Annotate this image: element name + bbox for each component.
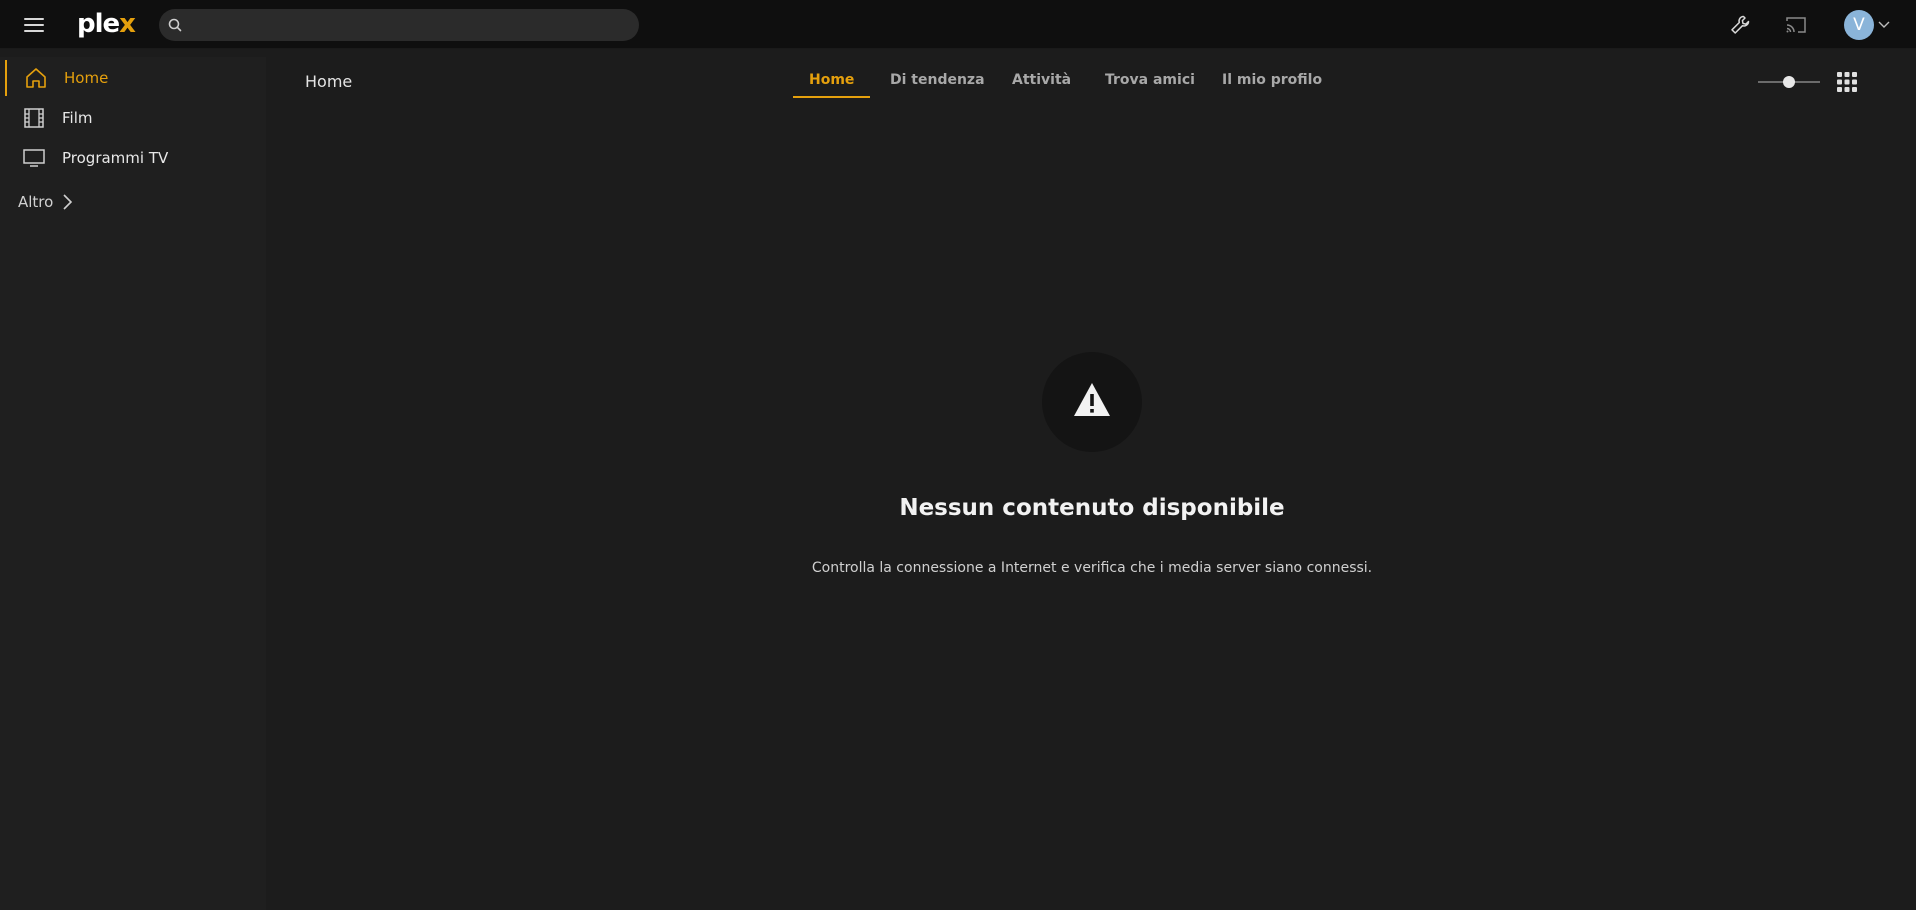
sidebar-item-tv[interactable]: Programmi TV	[5, 140, 260, 176]
grid-view-icon[interactable]	[1836, 71, 1858, 93]
tab-activity[interactable]: Attività	[1012, 72, 1071, 98]
slider-thumb[interactable]	[1783, 76, 1795, 88]
sidebar: Home Film Programmi TV Altro	[0, 57, 266, 910]
sidebar-item-home[interactable]: Home	[5, 60, 260, 96]
search-icon	[168, 18, 182, 32]
avatar[interactable]: V	[1844, 10, 1874, 40]
home-icon	[26, 68, 46, 88]
tv-icon	[23, 149, 45, 167]
film-icon	[24, 108, 44, 128]
cast-icon[interactable]	[1784, 13, 1808, 37]
tab-my-profile[interactable]: Il mio profilo	[1222, 72, 1322, 98]
sidebar-more-label: Altro	[18, 193, 54, 211]
tab-home[interactable]: Home	[793, 72, 871, 98]
sidebar-more[interactable]: Altro	[18, 190, 73, 214]
empty-state-title: Nessun contenuto disponibile	[899, 495, 1285, 521]
page-title: Home	[305, 72, 353, 91]
tab-find-friends[interactable]: Trova amici	[1105, 72, 1195, 98]
tab-label: Home	[809, 72, 855, 88]
chevron-down-icon[interactable]	[1878, 19, 1890, 29]
wrench-icon[interactable]	[1728, 13, 1752, 37]
sidebar-item-film[interactable]: Film	[5, 100, 260, 136]
tab-label: Il mio profilo	[1222, 72, 1323, 88]
poster-size-slider[interactable]	[1758, 75, 1820, 89]
search-bar[interactable]	[159, 9, 639, 41]
plex-logo[interactable]: plex	[77, 8, 136, 40]
warning-icon	[1074, 383, 1110, 416]
sidebar-item-label: Programmi TV	[62, 149, 169, 167]
tab-active-underline	[793, 96, 871, 98]
empty-state-icon	[1042, 352, 1142, 452]
search-input[interactable]	[191, 9, 631, 41]
empty-state-message: Controlla la connessione a Internet e ve…	[811, 560, 1373, 576]
tab-label: Di tendenza	[890, 72, 985, 88]
chevron-right-icon	[63, 194, 73, 210]
tab-label: Attività	[1012, 72, 1072, 88]
top-bar: plex V	[0, 0, 1916, 49]
tab-trending[interactable]: Di tendenza	[890, 72, 985, 98]
sidebar-item-label: Home	[64, 69, 109, 87]
sidebar-item-label: Film	[62, 109, 93, 127]
menu-icon[interactable]	[20, 13, 48, 37]
logo-text: ple	[77, 9, 120, 39]
logo-x: x	[119, 9, 136, 39]
tab-label: Trova amici	[1105, 72, 1195, 88]
